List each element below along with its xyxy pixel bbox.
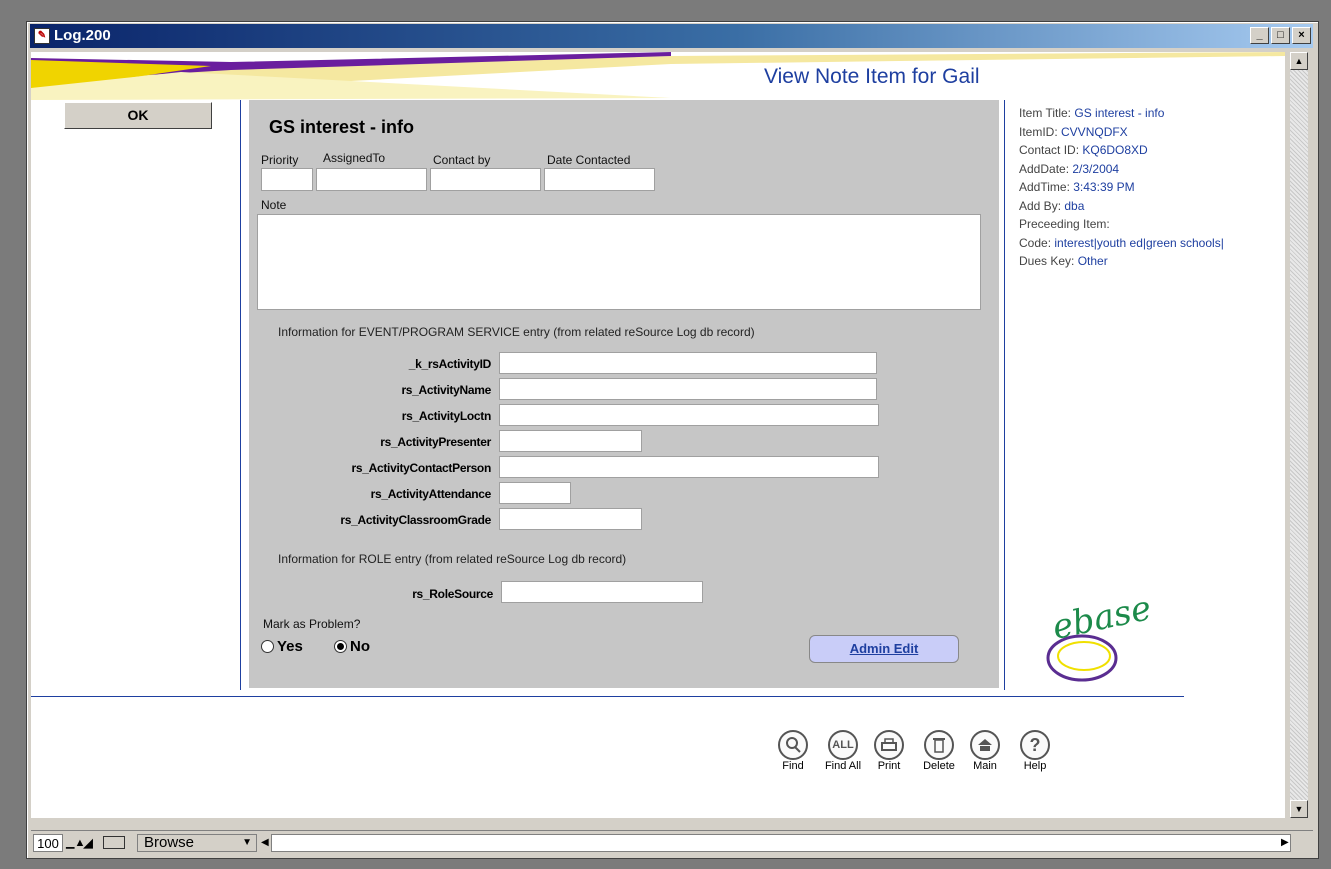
activity-classroom-grade-field[interactable] — [499, 508, 642, 530]
right-divider — [1004, 100, 1005, 690]
problem-no-radio[interactable]: No — [334, 638, 370, 655]
delete-button[interactable]: Delete — [915, 730, 963, 772]
help-label: Help — [1023, 760, 1047, 772]
status-toggle-icon[interactable] — [103, 836, 125, 849]
find-all-button[interactable]: ALL Find All — [819, 730, 867, 772]
item-title-line: Item Title: GS interest - info — [1019, 106, 1165, 120]
horizontal-scrollbar[interactable] — [271, 834, 1291, 852]
problem-no-label: No — [350, 638, 370, 655]
item-info-panel: Item Title: GS interest - info ItemID: C… — [1019, 104, 1224, 271]
contact-id-line: Contact ID: KQ6DO8XD — [1019, 143, 1148, 157]
activity-classroom-grade-label: rs_ActivityClassroomGrade — [340, 513, 491, 527]
scroll-right-button[interactable]: ▶ — [1281, 834, 1293, 852]
status-bar: 100 ▁▲ ◢ Browse ▼ ◀ ▶ — [31, 830, 1313, 855]
activity-attendance-field[interactable] — [499, 482, 571, 504]
activity-location-label: rs_ActivityLoctn — [401, 409, 492, 423]
main-label: Main — [973, 760, 997, 772]
contact-by-label: Contact by — [433, 153, 491, 167]
left-divider — [240, 100, 241, 690]
bottom-divider — [31, 696, 1184, 697]
zoom-level[interactable]: 100 — [33, 834, 63, 852]
item-id-line: ItemID: CVVNQDFX — [1019, 124, 1128, 139]
problem-yes-radio[interactable]: Yes — [261, 638, 303, 655]
mode-select[interactable]: Browse ▼ — [137, 834, 257, 852]
main-button[interactable]: Main — [961, 730, 1009, 772]
problem-label: Mark as Problem? — [263, 617, 361, 631]
preceeding-item-line: Preceeding Item: — [1019, 217, 1110, 231]
activity-presenter-field[interactable] — [499, 430, 642, 452]
question-icon: ? — [1020, 730, 1050, 760]
radio-checked-icon — [334, 640, 347, 653]
dues-key-line: Dues Key: Other — [1019, 254, 1108, 268]
trash-icon — [924, 730, 954, 760]
activity-location-field[interactable] — [499, 404, 879, 426]
assigned-to-label: AssignedTo — [323, 151, 386, 165]
note-panel: GS interest - info Priority AssignedTo C… — [249, 100, 999, 688]
radio-unchecked-icon — [261, 640, 274, 653]
layout-content: View Note Item for Gail OK GS interest -… — [31, 52, 1285, 818]
printer-icon — [874, 730, 904, 760]
close-button[interactable]: × — [1292, 27, 1311, 44]
help-button[interactable]: ? Help — [1011, 730, 1059, 772]
priority-field[interactable] — [261, 168, 313, 191]
print-button[interactable]: Print — [865, 730, 913, 772]
zoom-out-icon[interactable]: ▁▲ — [66, 835, 85, 851]
scroll-up-button[interactable]: ▲ — [1290, 52, 1308, 70]
activity-presenter-label: rs_ActivityPresenter — [380, 435, 491, 449]
scroll-down-button[interactable]: ▼ — [1290, 800, 1308, 818]
role-source-field[interactable] — [501, 581, 703, 603]
contact-by-field[interactable] — [430, 168, 541, 191]
activity-contact-person-field[interactable] — [499, 456, 879, 478]
activity-name-field[interactable] — [499, 378, 877, 400]
vertical-scrollbar[interactable]: ▲ ▼ — [1290, 52, 1308, 818]
mode-select-value: Browse — [144, 834, 195, 851]
minimize-button[interactable]: _ — [1250, 27, 1269, 44]
find-all-label: Find All — [824, 760, 862, 772]
application-window: ✎ Log.200 _ □ × View Note Item for Gail … — [26, 21, 1319, 859]
header-banner-graphic — [31, 52, 1285, 100]
find-button[interactable]: Find — [769, 730, 817, 772]
app-icon: ✎ — [34, 28, 50, 44]
note-title: GS interest - info — [269, 117, 415, 137]
find-label: Find — [782, 760, 804, 772]
add-by-line: Add By: dba — [1019, 198, 1085, 213]
priority-label: Priority — [261, 153, 299, 167]
admin-edit-button[interactable]: Admin Edit — [809, 635, 959, 663]
role-source-label: rs_RoleSource — [412, 587, 493, 601]
note-textarea[interactable] — [257, 214, 981, 310]
chevron-down-icon: ▼ — [242, 837, 252, 848]
zoom-in-icon[interactable]: ◢ — [83, 835, 97, 851]
home-icon — [970, 730, 1000, 760]
date-contacted-field[interactable] — [544, 168, 655, 191]
title-bar[interactable]: ✎ Log.200 _ □ × — [30, 24, 1313, 48]
activity-id-label: _k_rsActivityID — [408, 357, 492, 371]
ok-button[interactable]: OK — [64, 102, 212, 129]
page-heading: View Note Item for Gail — [764, 65, 980, 88]
magnifier-icon — [778, 730, 808, 760]
print-label: Print — [877, 760, 901, 772]
note-label: Note — [261, 198, 287, 212]
assigned-to-field[interactable] — [316, 168, 427, 191]
role-section-heading: Information for ROLE entry (from related… — [278, 552, 627, 566]
activity-id-field[interactable] — [499, 352, 877, 374]
event-section-heading: Information for EVENT/PROGRAM SERVICE en… — [278, 325, 755, 339]
problem-yes-label: Yes — [277, 638, 303, 655]
maximize-button[interactable]: □ — [1271, 27, 1290, 44]
find-all-icon: ALL — [828, 730, 858, 760]
activity-name-label: rs_ActivityName — [401, 383, 491, 397]
admin-edit-label: Admin Edit — [849, 641, 919, 656]
activity-attendance-label: rs_ActivityAttendance — [370, 487, 492, 501]
delete-label: Delete — [923, 760, 955, 772]
add-time-line: AddTime: 3:43:39 PM — [1019, 180, 1135, 194]
add-date-line: AddDate: 2/3/2004 — [1019, 161, 1120, 176]
ebase-logo: ebase — [1036, 584, 1155, 689]
code-line: Code: interest|youth ed|green schools| — [1019, 235, 1224, 250]
activity-contact-person-label: rs_ActivityContactPerson — [351, 461, 491, 475]
date-contacted-label: Date Contacted — [547, 153, 631, 167]
window-title: Log.200 — [54, 27, 111, 44]
